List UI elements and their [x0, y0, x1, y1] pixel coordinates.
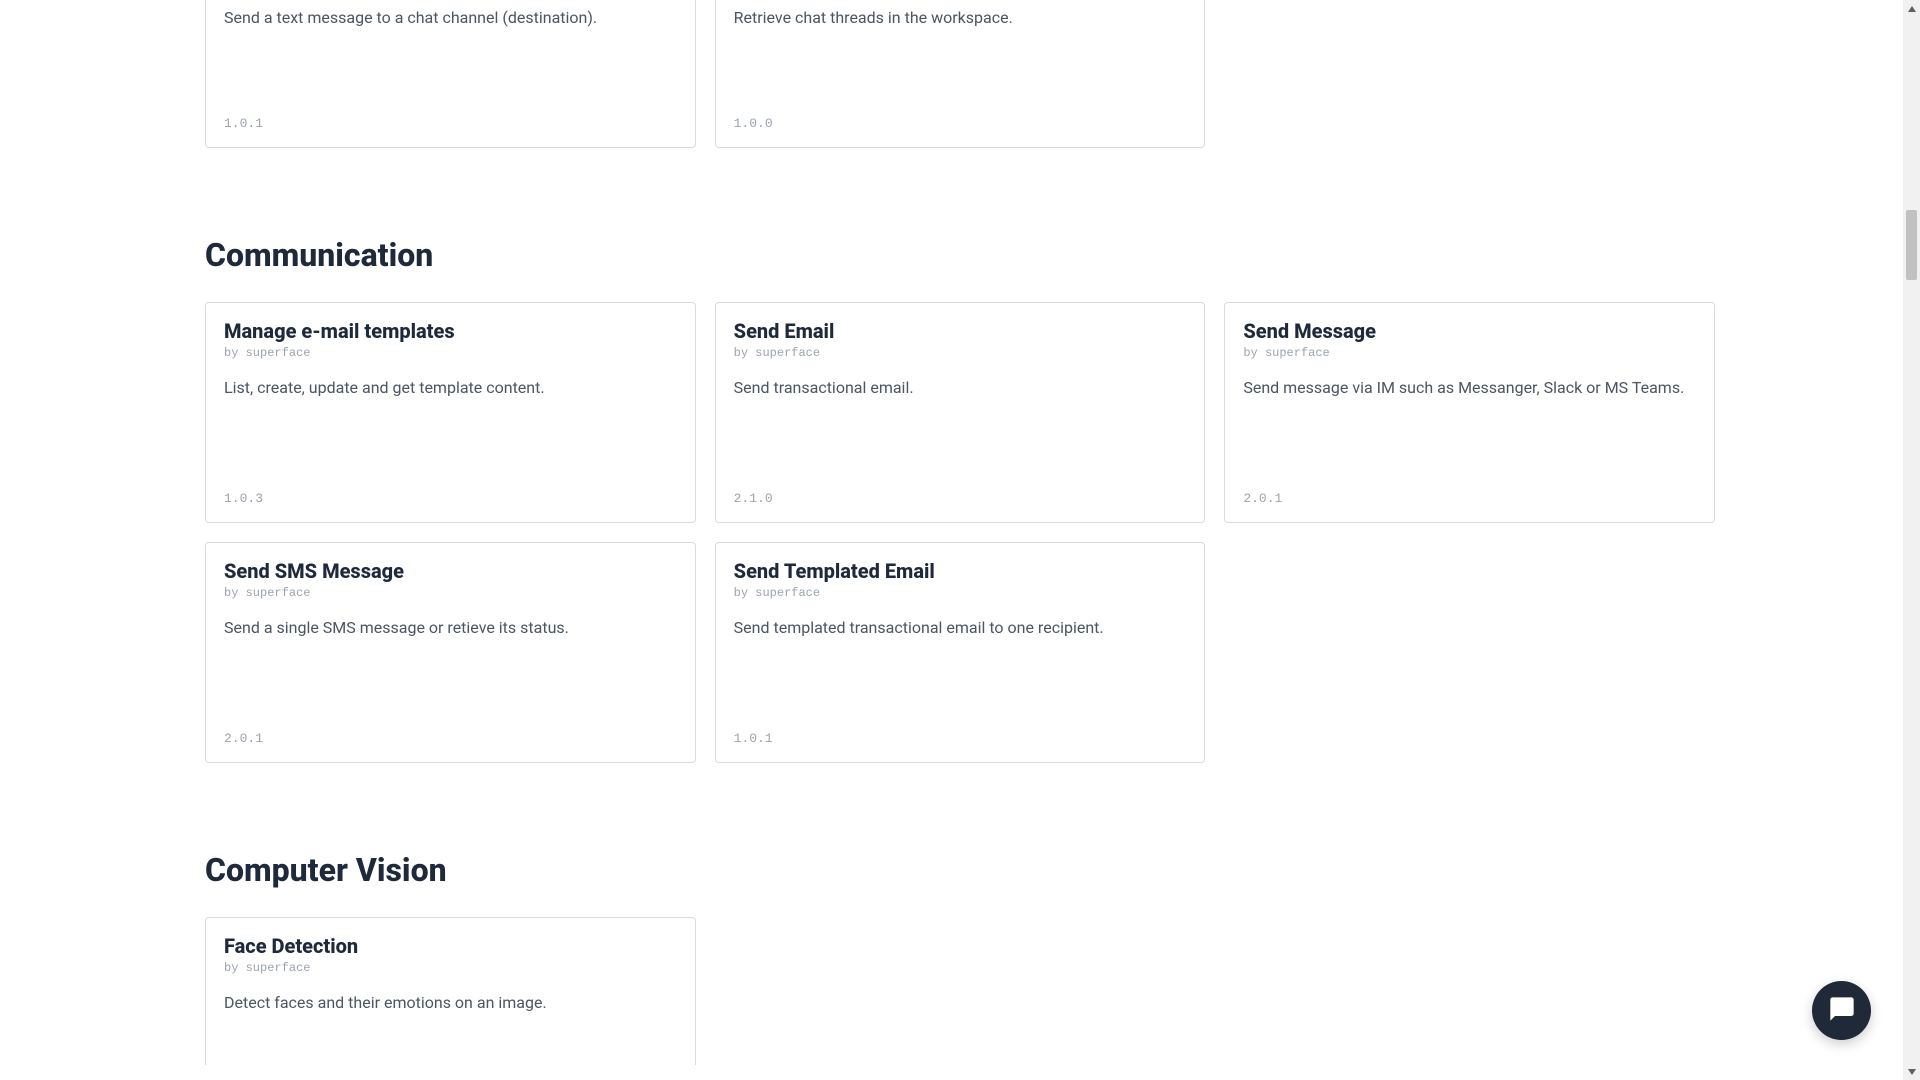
card-description: Send a single SMS message or retieve its… [224, 616, 677, 731]
chat-widget-button[interactable] [1812, 981, 1871, 1040]
scrollbar-thumb[interactable] [1906, 210, 1917, 280]
scrollbar[interactable] [1903, 0, 1920, 1080]
card-description: Detect faces and their emotions on an im… [224, 991, 677, 1015]
card-author: by superface [734, 346, 1187, 360]
card-grid-communication: Manage e-mail templates by superface Lis… [205, 302, 1715, 763]
card-version: 2.1.0 [734, 491, 1187, 506]
card-version: 1.0.3 [224, 491, 677, 506]
card-title: Manage e-mail templates [224, 319, 677, 343]
scrollbar-arrow-down-icon[interactable] [1903, 1063, 1920, 1080]
card-title: Send Email [734, 319, 1187, 343]
card-version: 1.0.0 [734, 116, 1187, 131]
card-description: Send message via IM such as Messanger, S… [1243, 376, 1696, 491]
integration-card[interactable]: Manage e-mail templates by superface Lis… [205, 302, 696, 523]
card-author: by superface [224, 961, 677, 975]
card-author: by superface [734, 586, 1187, 600]
card-version: 2.0.1 [1243, 491, 1696, 506]
card-title: Send SMS Message [224, 559, 677, 583]
card-version: 1.0.1 [224, 116, 677, 131]
card-author: by superface [224, 346, 677, 360]
integration-card[interactable]: Send Message by superface Send message v… [1224, 302, 1715, 523]
card-version: 2.0.1 [224, 731, 677, 746]
card-description: Send templated transactional email to on… [734, 616, 1187, 731]
partial-card-grid: Send a text message to a chat channel (d… [205, 0, 1715, 148]
integration-card[interactable]: Face Detection by superface Detect faces… [205, 917, 696, 1065]
card-author: by superface [224, 586, 677, 600]
section-title-communication: Communication [205, 236, 1715, 274]
card-description: Send a text message to a chat channel (d… [224, 6, 677, 116]
card-description: Retrieve chat threads in the workspace. [734, 6, 1187, 116]
scrollbar-arrow-up-icon[interactable] [1903, 0, 1920, 17]
card-author: by superface [1243, 346, 1696, 360]
integration-card[interactable]: Send a text message to a chat channel (d… [205, 0, 696, 148]
integration-card[interactable]: Retrieve chat threads in the workspace. … [715, 0, 1206, 148]
chat-icon [1828, 995, 1856, 1027]
integration-card[interactable]: Send Email by superface Send transaction… [715, 302, 1206, 523]
card-version: 1.0.1 [734, 731, 1187, 746]
card-grid-computer-vision: Face Detection by superface Detect faces… [205, 917, 1715, 1065]
card-title: Send Message [1243, 319, 1696, 343]
section-title-computer-vision: Computer Vision [205, 851, 1715, 889]
card-title: Send Templated Email [734, 559, 1187, 583]
card-description: Send transactional email. [734, 376, 1187, 491]
card-title: Face Detection [224, 934, 677, 958]
integration-card[interactable]: Send SMS Message by superface Send a sin… [205, 542, 696, 763]
integration-card[interactable]: Send Templated Email by superface Send t… [715, 542, 1206, 763]
card-description: List, create, update and get template co… [224, 376, 677, 491]
page-container: Send a text message to a chat channel (d… [0, 0, 1920, 1065]
